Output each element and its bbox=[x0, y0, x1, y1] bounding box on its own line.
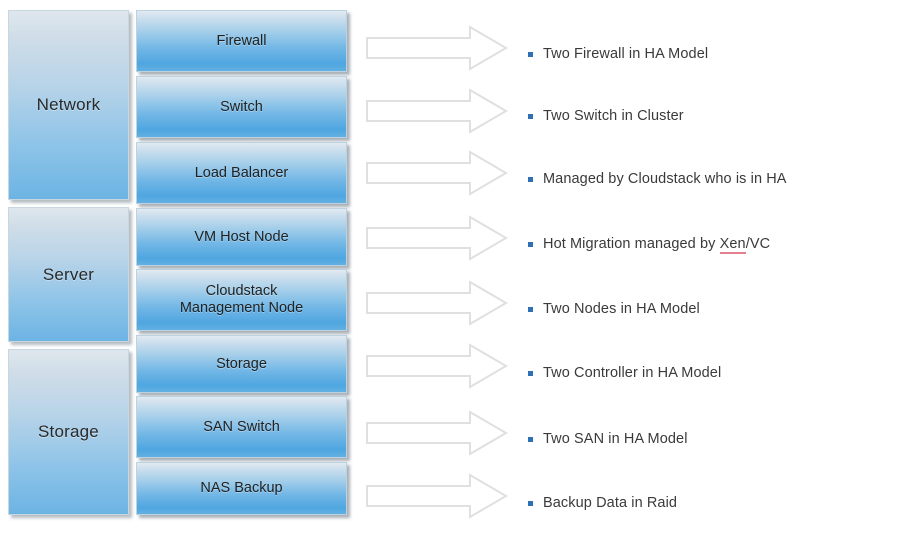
item-label: Cloudstack Management Node bbox=[179, 283, 304, 316]
item-box-switch: Switch bbox=[136, 76, 347, 138]
bullet-row: Two Firewall in HA Model bbox=[528, 43, 896, 65]
bullet-text: Hot Migration managed by Xen/VC bbox=[543, 236, 771, 254]
item-label: SAN Switch bbox=[203, 418, 280, 435]
item-box-vm-host-node: VM Host Node bbox=[136, 208, 347, 266]
arrow-firewall-icon bbox=[366, 25, 508, 71]
item-box-nas-backup: NAS Backup bbox=[136, 462, 347, 515]
bullet-text: Two Nodes in HA Model bbox=[543, 301, 700, 317]
bullet-text: Two Firewall in HA Model bbox=[543, 46, 709, 62]
bullet-row: Two Nodes in HA Model bbox=[528, 298, 896, 320]
item-box-load-balancer: Load Balancer bbox=[136, 142, 347, 204]
item-label: VM Host Node bbox=[194, 228, 289, 245]
bullet-marker-icon bbox=[528, 370, 533, 376]
bullet-text: Two SAN in HA Model bbox=[543, 431, 688, 447]
category-label: Server bbox=[42, 264, 95, 284]
infrastructure-layers-diagram: Network Server Storage Firewall Switch Load … bbox=[0, 0, 900, 533]
category-box-network: Network bbox=[8, 10, 129, 200]
item-box-san-switch: SAN Switch bbox=[136, 396, 347, 458]
bullet-row: Hot Migration managed by Xen/VC bbox=[528, 233, 896, 255]
arrow-switch-icon bbox=[366, 88, 508, 134]
bullet-marker-icon bbox=[528, 241, 533, 247]
bullet-text-suffix: /VC bbox=[745, 236, 771, 252]
bullet-marker-icon bbox=[528, 306, 533, 312]
item-label: Load Balancer bbox=[194, 164, 289, 181]
item-label: NAS Backup bbox=[200, 480, 283, 497]
arrow-nas-backup-icon bbox=[366, 473, 508, 519]
category-box-storage: Storage bbox=[8, 349, 129, 515]
item-box-firewall: Firewall bbox=[136, 10, 347, 72]
bullet-marker-icon bbox=[528, 436, 533, 442]
bullet-marker-icon bbox=[528, 500, 533, 506]
item-column: Firewall Switch Load Balancer VM Host Node C… bbox=[136, 10, 347, 515]
arrow-management-node-icon bbox=[366, 280, 508, 326]
category-label: Storage bbox=[38, 422, 99, 441]
item-box-storage: Storage bbox=[136, 335, 347, 393]
arrow-vm-host-node-icon bbox=[366, 215, 508, 261]
misspelled-word: Xen bbox=[719, 236, 746, 254]
bullet-marker-icon bbox=[528, 51, 533, 57]
category-box-server: Server bbox=[8, 207, 129, 342]
bullet-text: Two Switch in Cluster bbox=[543, 108, 684, 124]
bullet-text: Backup Data in Raid bbox=[543, 495, 678, 511]
bullet-row: Two SAN in HA Model bbox=[528, 428, 896, 450]
bullet-text: Managed by Cloudstack who is in HA bbox=[543, 171, 787, 187]
bullet-text-prefix: Hot Migration managed by bbox=[543, 236, 720, 252]
arrow-storage-icon bbox=[366, 343, 508, 389]
bullet-text: Two Controller in HA Model bbox=[543, 365, 722, 381]
bullet-row: Two Switch in Cluster bbox=[528, 105, 896, 127]
bullet-marker-icon bbox=[528, 176, 533, 182]
item-label: Firewall bbox=[216, 32, 267, 49]
category-column: Network Server Storage bbox=[8, 10, 129, 515]
item-box-cloudstack-management-node: Cloudstack Management Node bbox=[136, 269, 347, 331]
category-label: Network bbox=[36, 95, 101, 114]
item-label: Switch bbox=[220, 98, 263, 115]
item-label: Storage bbox=[216, 355, 267, 372]
bullet-row: Two Controller in HA Model bbox=[528, 362, 896, 384]
bullet-row: Managed by Cloudstack who is in HA bbox=[528, 168, 896, 190]
arrow-san-switch-icon bbox=[366, 410, 508, 456]
bullet-marker-icon bbox=[528, 113, 533, 119]
arrow-load-balancer-icon bbox=[366, 150, 508, 196]
bullet-row: Backup Data in Raid bbox=[528, 492, 896, 514]
